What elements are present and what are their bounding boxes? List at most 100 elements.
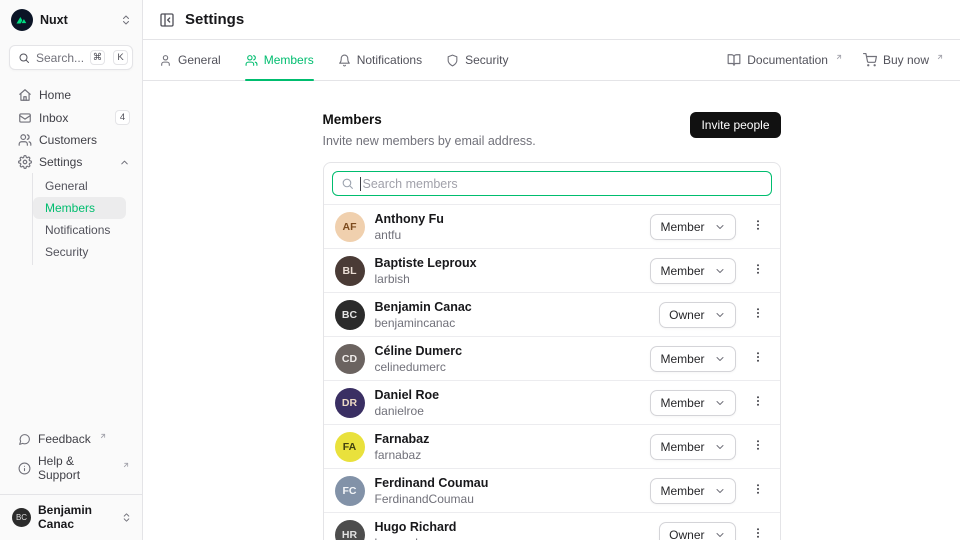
team-name: Nuxt xyxy=(40,13,68,27)
external-link-icon xyxy=(99,432,107,440)
member-actions-menu-button[interactable] xyxy=(746,523,770,540)
member-actions-menu-button[interactable] xyxy=(746,259,770,283)
member-actions-menu-button[interactable] xyxy=(746,303,770,327)
chevron-down-icon xyxy=(714,441,726,453)
sidebar-item-settings[interactable]: Settings xyxy=(10,151,134,173)
page-title: Settings xyxy=(185,11,244,28)
info-icon xyxy=(18,462,31,475)
member-row: FA Farnabaz farnabaz Member xyxy=(324,424,780,468)
member-name: Daniel Roe xyxy=(375,388,440,402)
feedback-link[interactable]: Feedback xyxy=(10,428,134,450)
sidebar-item-members[interactable]: Members xyxy=(33,197,126,219)
members-card: Search members AF Anthony Fu antfu Membe… xyxy=(323,162,781,540)
member-name: Benjamin Canac xyxy=(375,300,472,314)
member-role-select[interactable]: Owner xyxy=(659,522,735,540)
tab-members[interactable]: Members xyxy=(245,40,314,80)
sidebar-item-notifications[interactable]: Notifications xyxy=(33,219,126,241)
sidebar-search-placeholder: Search... xyxy=(36,51,84,65)
member-row: CD Céline Dumerc celinedumerc Member xyxy=(324,336,780,380)
content-area: Members Invite new members by email addr… xyxy=(143,81,960,540)
book-open-icon xyxy=(727,53,741,67)
sidebar-item-general[interactable]: General xyxy=(33,175,126,197)
chevron-up-icon xyxy=(119,157,130,168)
tab-notifications[interactable]: Notifications xyxy=(338,40,422,80)
team-selector[interactable]: Nuxt xyxy=(0,0,142,39)
sidebar-item-customers[interactable]: Customers xyxy=(10,129,134,151)
member-actions-menu-button[interactable] xyxy=(746,347,770,371)
kebab-menu-icon xyxy=(751,262,765,279)
sidebar-item-security[interactable]: Security xyxy=(33,241,126,263)
member-actions-menu-button[interactable] xyxy=(746,479,770,503)
external-link-icon xyxy=(122,461,130,469)
member-row: DR Daniel Roe danielroe Member xyxy=(324,380,780,424)
invite-people-button[interactable]: Invite people xyxy=(690,112,780,138)
member-role-select[interactable]: Member xyxy=(650,478,735,504)
tab-security[interactable]: Security xyxy=(446,40,508,80)
user-menu[interactable]: BC Benjamin Canac xyxy=(0,494,142,540)
avatar: AF xyxy=(335,212,365,242)
sidebar-spacer xyxy=(0,265,142,424)
member-actions-menu-button[interactable] xyxy=(746,215,770,239)
kebab-menu-icon xyxy=(751,306,765,323)
sidebar-search-button[interactable]: Search... ⌘K xyxy=(9,45,133,70)
help-support-link[interactable]: Help & Support xyxy=(10,450,134,486)
kebab-menu-icon xyxy=(751,218,765,235)
members-search-section: Search members xyxy=(324,163,780,204)
kebab-menu-icon xyxy=(751,394,765,411)
panel-left-close-icon[interactable] xyxy=(159,12,175,28)
member-role-select[interactable]: Member xyxy=(650,214,735,240)
text-cursor xyxy=(360,177,361,191)
member-name: Hugo Richard xyxy=(375,520,457,534)
member-role-select[interactable]: Member xyxy=(650,258,735,284)
documentation-link[interactable]: Documentation xyxy=(727,53,843,67)
member-username: larbish xyxy=(375,272,477,286)
member-role-value: Member xyxy=(660,484,704,498)
message-circle-icon xyxy=(18,433,31,446)
bell-icon xyxy=(338,54,351,67)
sidebar-footer: Feedback Help & Support xyxy=(0,424,142,494)
app-window: Nuxt Search... ⌘K Home In xyxy=(0,0,960,540)
member-username: danielroe xyxy=(375,404,440,418)
sidebar: Nuxt Search... ⌘K Home In xyxy=(0,0,143,540)
member-name: Farnabaz xyxy=(375,432,430,446)
member-username: celinedumerc xyxy=(375,360,463,374)
main-panel: Settings General Members xyxy=(143,0,960,540)
tab-general[interactable]: General xyxy=(159,40,221,80)
member-actions-menu-button[interactable] xyxy=(746,391,770,415)
member-role-select[interactable]: Member xyxy=(650,346,735,372)
search-members-input[interactable]: Search members xyxy=(332,171,772,196)
user-name: Benjamin Canac xyxy=(38,503,114,531)
inbox-count-badge: 4 xyxy=(115,110,130,125)
gear-icon xyxy=(18,155,32,169)
sidebar-item-label: Settings xyxy=(39,155,82,169)
member-role-select[interactable]: Member xyxy=(650,434,735,460)
avatar: BC xyxy=(335,300,365,330)
tabs-toolbar: General Members Notifications xyxy=(143,40,960,81)
member-username: hugorcd xyxy=(375,536,457,540)
chevron-down-icon xyxy=(714,265,726,277)
search-members-placeholder: Search members xyxy=(363,177,458,191)
member-row: HR Hugo Richard hugorcd Owner xyxy=(324,512,780,540)
feedback-label: Feedback xyxy=(38,432,91,446)
member-actions-menu-button[interactable] xyxy=(746,435,770,459)
sidebar-item-home[interactable]: Home xyxy=(10,84,134,106)
buy-now-link[interactable]: Buy now xyxy=(863,53,944,67)
member-row: FC Ferdinand Coumau FerdinandCoumau Memb… xyxy=(324,468,780,512)
member-username: FerdinandCoumau xyxy=(375,492,489,506)
member-role-select[interactable]: Owner xyxy=(659,302,735,328)
sidebar-item-inbox[interactable]: Inbox 4 xyxy=(10,106,134,129)
member-role-value: Owner xyxy=(669,528,704,540)
member-role-value: Member xyxy=(660,264,704,278)
avatar: BL xyxy=(335,256,365,286)
tab-label: General xyxy=(178,53,221,67)
kebab-menu-icon xyxy=(751,350,765,367)
avatar: FA xyxy=(335,432,365,462)
avatar: DR xyxy=(335,388,365,418)
member-role-value: Member xyxy=(660,220,704,234)
inbox-icon xyxy=(18,111,32,125)
search-icon xyxy=(18,52,30,64)
user-icon xyxy=(159,54,172,67)
member-role-select[interactable]: Member xyxy=(650,390,735,416)
member-role-value: Owner xyxy=(669,308,704,322)
kbd-cmd: ⌘ xyxy=(90,50,105,65)
